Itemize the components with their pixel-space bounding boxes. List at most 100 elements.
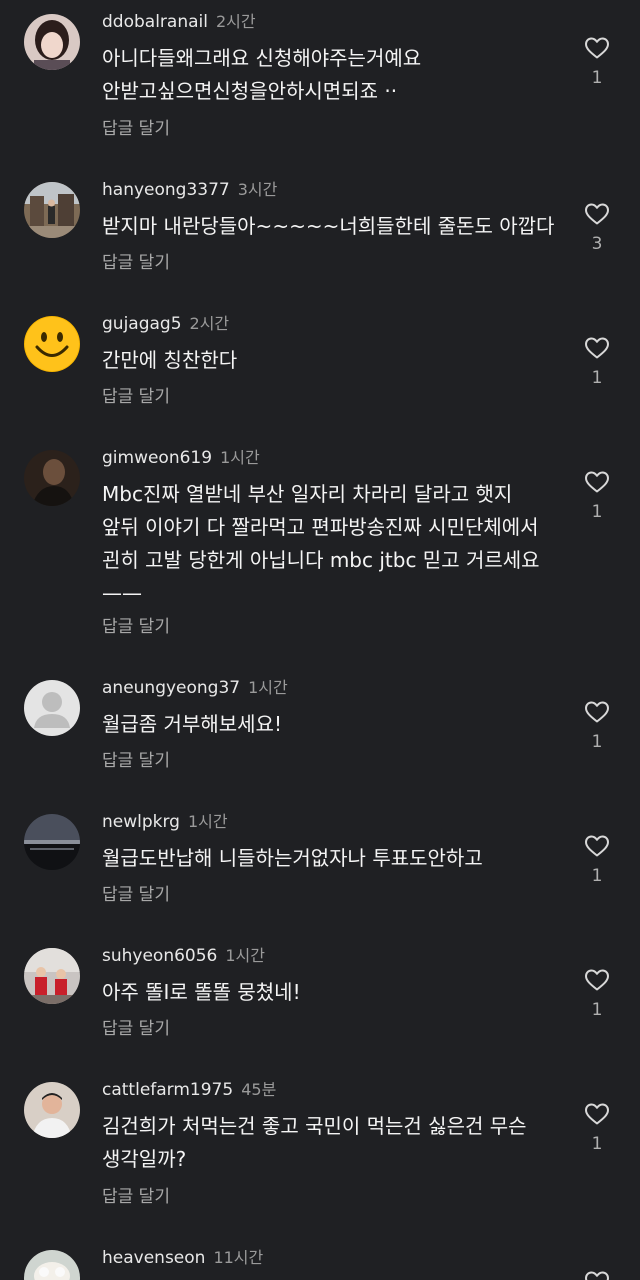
comment-item: gimweon619 1시간 Mbc진짜 열받네 부산 일자리 차라리 달라고 햇… xyxy=(0,444,640,644)
like-button[interactable]: 1 xyxy=(578,1102,616,1154)
heart-outline-icon xyxy=(585,835,609,857)
like-count: 1 xyxy=(591,68,603,88)
comment-text-line: 앞뒤 이야기 다 짤라먹고 편파방송진짜 시민단체에서 xyxy=(102,515,539,539)
heart-outline-icon xyxy=(585,37,609,59)
avatar[interactable] xyxy=(24,814,80,870)
comment-text: 받지마 내란당들아~~~~~너희들한테 줄돈도 아깝다 xyxy=(102,210,562,243)
username[interactable]: gujagag5 xyxy=(102,314,182,334)
comment-text-line: 받지마 내란당들아~~~~~너희들한테 줄돈도 아깝다 xyxy=(102,214,555,238)
heart-outline-icon xyxy=(585,969,609,991)
comment-meta: hanyeong3377 3시간 xyxy=(102,176,277,204)
comment-text: 월급도반납해 니들하는거없자나 투표도안하고 xyxy=(102,842,562,875)
like-button[interactable]: 1 xyxy=(578,834,616,886)
avatar[interactable] xyxy=(24,948,80,1004)
comment-meta: gujagag5 2시간 xyxy=(102,310,229,338)
like-button[interactable]: 1 xyxy=(578,470,616,522)
heart-outline-icon xyxy=(585,701,609,723)
username[interactable]: ddobalranail xyxy=(102,12,208,32)
heart-outline-icon xyxy=(585,337,609,359)
reply-button[interactable]: 답글 달기 xyxy=(102,612,170,637)
comment-text-line: 월급좀 거부해보세요! xyxy=(102,712,282,736)
comment-time: 1시간 xyxy=(225,946,265,965)
username[interactable]: suhyeon6056 xyxy=(102,946,217,966)
heart-outline-icon xyxy=(585,1271,609,1280)
avatar[interactable] xyxy=(24,316,80,372)
comment-item: hanyeong3377 3시간 받지마 내란당들아~~~~~너희들한테 줄돈도 … xyxy=(0,176,640,276)
comment-text: Mbc진짜 열받네 부산 일자리 차라리 달라고 햇지 앞뒤 이야기 다 짤라먹… xyxy=(102,478,562,610)
comment-text: 월급좀 거부해보세요! xyxy=(102,708,562,741)
heart-outline-icon xyxy=(585,203,609,225)
like-count: 1 xyxy=(591,1134,603,1154)
comment-time: 45분 xyxy=(241,1080,277,1099)
comment-time: 2시간 xyxy=(189,314,230,333)
comment-time: 1시간 xyxy=(220,448,260,467)
comment-text: 아주 똘I로 똘똘 뭉쳤네! xyxy=(102,976,562,1009)
comment-meta: heavenseon 11시간 xyxy=(102,1244,263,1272)
avatar[interactable] xyxy=(24,182,80,238)
avatar[interactable] xyxy=(24,14,80,70)
comment-meta: suhyeon6056 1시간 xyxy=(102,942,265,970)
comment-text: 간만에 칭찬한다 xyxy=(102,344,562,377)
like-button[interactable]: 1 xyxy=(578,336,616,388)
comment-text-line: Mbc진짜 열받네 부산 일자리 차라리 달라고 햇지 xyxy=(102,482,513,506)
like-button[interactable]: 3 xyxy=(578,202,616,254)
like-count: 1 xyxy=(591,866,603,886)
reply-button[interactable]: 답글 달기 xyxy=(102,1014,170,1039)
username[interactable]: hanyeong3377 xyxy=(102,180,230,200)
like-button[interactable]: 1 xyxy=(578,36,616,88)
reply-button[interactable]: 답글 달기 xyxy=(102,248,170,273)
default-user-icon xyxy=(24,680,80,736)
username[interactable]: gimweon619 xyxy=(102,448,212,468)
comment-meta: ddobalranail 2시간 xyxy=(102,8,256,36)
comment-item: cattlefarm1975 45분 김건희가 처먹는건 좋고 국민이 먹는건 싫… xyxy=(0,1076,640,1207)
avatar[interactable] xyxy=(24,450,80,506)
like-count: 1 xyxy=(591,502,603,522)
comment-time: 1시간 xyxy=(187,812,228,831)
username[interactable]: newlpkrg xyxy=(102,812,180,832)
comment-list: ddobalranail 2시간 아니다들왜그래요 신청해야주는거예요 안받고싶으… xyxy=(0,0,640,1280)
reply-button[interactable]: 답글 달기 xyxy=(102,382,170,407)
avatar[interactable] xyxy=(24,1250,80,1280)
comment-text-line: 간만에 칭찬한다 xyxy=(102,348,238,372)
comment-text-line: 안받고싶으면신청을안하시면되죠 ·· xyxy=(102,79,398,103)
comment-item: ddobalranail 2시간 아니다들왜그래요 신청해야주는거예요 안받고싶으… xyxy=(0,8,640,139)
comment-meta: newlpkrg 1시간 xyxy=(102,808,228,836)
reply-button[interactable]: 답글 달기 xyxy=(102,1182,170,1207)
username[interactable]: aneungyeong37 xyxy=(102,678,240,698)
comment-item: aneungyeong37 1시간 월급좀 거부해보세요! 답글 달기 1 xyxy=(0,674,640,774)
like-button[interactable] xyxy=(578,1270,616,1280)
comment-text: 김건희가 처먹는건 좋고 국민이 먹는건 싫은건 무슨 생각일까? xyxy=(102,1110,562,1176)
username[interactable]: heavenseon xyxy=(102,1248,205,1268)
comment-text: 아니다들왜그래요 신청해야주는거예요 안받고싶으면신청을안하시면되죠 ·· xyxy=(102,42,562,108)
comment-text-line: 월급도반납해 니들하는거없자나 투표도안하고 xyxy=(102,846,483,870)
comment-time: 1시간 xyxy=(248,678,288,697)
comment-time: 2시간 xyxy=(215,12,256,31)
comment-meta: aneungyeong37 1시간 xyxy=(102,674,288,702)
comment-time: 3시간 xyxy=(237,180,278,199)
comment-item: heavenseon 11시간 xyxy=(0,1244,640,1280)
comment-item: newlpkrg 1시간 월급도반납해 니들하는거없자나 투표도안하고 답글 달기… xyxy=(0,808,640,908)
comment-meta: gimweon619 1시간 xyxy=(102,444,260,472)
comment-text-line: 아주 똘I로 똘똘 뭉쳤네! xyxy=(102,980,301,1004)
like-button[interactable]: 1 xyxy=(578,968,616,1020)
avatar[interactable] xyxy=(24,680,80,736)
avatar[interactable] xyxy=(24,1082,80,1138)
comment-item: suhyeon6056 1시간 아주 똘I로 똘똘 뭉쳤네! 답글 달기 1 xyxy=(0,942,640,1042)
username[interactable]: cattlefarm1975 xyxy=(102,1080,233,1100)
comment-time: 11시간 xyxy=(213,1248,264,1267)
comment-meta: cattlefarm1975 45분 xyxy=(102,1076,276,1104)
comment-text-line: —— xyxy=(102,581,142,605)
reply-button[interactable]: 답글 달기 xyxy=(102,880,170,905)
reply-button[interactable]: 답글 달기 xyxy=(102,114,170,139)
comment-text-line: 생각일까? xyxy=(102,1147,187,1171)
comment-item: gujagag5 2시간 간만에 칭찬한다 답글 달기 1 xyxy=(0,310,640,410)
heart-outline-icon xyxy=(585,471,609,493)
like-count: 1 xyxy=(591,368,603,388)
comment-text-line: 괸히 고발 당한게 아닙니다 mbc jtbc 믿고 거르세요 xyxy=(102,548,540,572)
comment-text-line: 김건희가 처먹는건 좋고 국민이 먹는건 싫은건 무슨 xyxy=(102,1114,527,1138)
reply-button[interactable]: 답글 달기 xyxy=(102,746,170,771)
comment-text-line: 아니다들왜그래요 신청해야주는거예요 xyxy=(102,46,422,70)
like-button[interactable]: 1 xyxy=(578,700,616,752)
heart-outline-icon xyxy=(585,1103,609,1125)
like-count: 3 xyxy=(591,234,603,254)
